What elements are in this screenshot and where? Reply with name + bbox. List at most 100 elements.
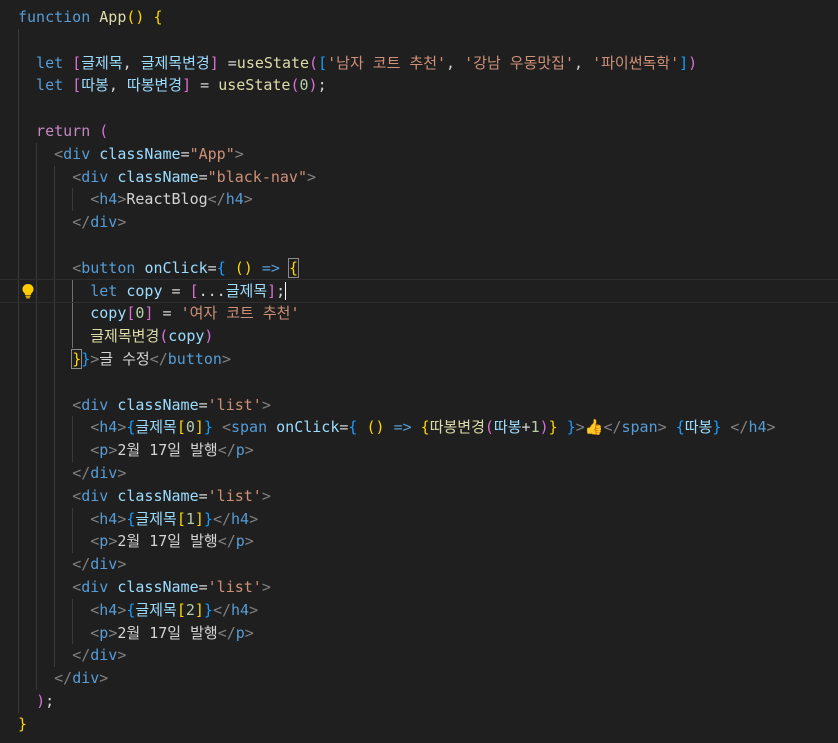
code-token: < [90,418,100,437]
code-line[interactable] [0,234,838,257]
text-cursor [285,282,287,301]
code-token: h4 [225,190,244,209]
code-token: > [90,350,100,368]
code-line[interactable]: <div className="black-nav"> [0,166,838,189]
code-token: => [261,258,280,277]
code-token: } [566,418,576,437]
code-line[interactable]: <h4>{글제목[2]}</h4> [0,599,838,622]
code-token: } [71,349,83,369]
code-token: > [575,418,585,437]
code-line[interactable] [0,97,838,120]
code-token: ) [539,418,549,437]
code-line[interactable]: return ( [0,120,838,143]
code-line[interactable]: copy[0] = '여자 코트 추천' [0,302,838,325]
lightbulb-icon[interactable] [21,283,35,299]
code-token: } [203,509,213,528]
code-token: > [108,623,118,642]
code-token: , [574,53,593,72]
code-token: < [72,258,82,277]
code-line-text: }}>글 수정</button> [18,348,231,371]
code-token: let [18,76,64,95]
code-line[interactable]: ); [0,690,838,713]
code-line-text: ); [18,690,54,713]
code-token: span [621,418,658,437]
code-line[interactable]: <div className='list'> [0,485,838,508]
code-token: App [99,8,127,26]
code-token: > [117,646,127,665]
code-token: ) [36,692,46,710]
code-token: 'list' [207,486,262,505]
code-token: ; [276,281,286,300]
code-line-text: <h4>{글제목[0]} <span onClick={ () => {따봉변경… [18,416,775,439]
code-line[interactable]: </div> [0,462,838,485]
code-line[interactable]: <h4>ReactBlog</h4> [0,188,838,211]
code-token: 0 [185,418,195,437]
code-line[interactable]: </div> [0,553,838,576]
code-token: 1 [185,509,195,528]
code-token: 2월 17일 발행 [117,623,218,642]
code-token: function [18,8,91,26]
code-line[interactable]: </div> [0,211,838,234]
code-line[interactable]: <button onClick={ () => { [0,257,838,280]
code-line-text: <div className="black-nav"> [18,166,316,189]
code-token: onClick [144,258,208,277]
code-line[interactable]: <div className="App"> [0,143,838,166]
code-line[interactable]: } [0,713,838,736]
code-line[interactable] [0,371,838,394]
code-token: "black-nav" [207,167,307,186]
code-token: [ [72,76,82,95]
code-token: > [244,623,254,642]
code-line[interactable]: <p>2월 17일 발행</p> [0,622,838,645]
code-line[interactable]: let copy = [...글제목]; [0,278,838,304]
code-token: < [90,441,100,460]
code-token: h4 [231,600,250,619]
code-line[interactable]: </div> [0,667,838,690]
code-line[interactable]: </div> [0,644,838,667]
code-line[interactable]: <h4>{글제목[1]}</h4> [0,508,838,531]
code-line[interactable]: }}>글 수정</button> [0,348,838,371]
code-line[interactable]: <p>2월 17일 발행</p> [0,439,838,462]
code-line-text: <h4>{글제목[1]}</h4> [18,508,258,531]
code-token: ] [194,509,204,528]
code-token: button [167,350,222,368]
code-token: 1 [530,418,540,437]
code-line[interactable]: <div className='list'> [0,394,838,417]
code-token: } [203,418,213,437]
code-token: , [108,76,127,95]
code-line[interactable]: 글제목변경(copy) [0,325,838,348]
code-token: ; [317,76,327,95]
code-editor[interactable]: function App() { let [글제목, 글제목변경] =useSt… [0,0,838,743]
code-token: { [153,8,163,26]
code-line[interactable]: function App() { [0,6,838,29]
code-line[interactable] [0,29,838,52]
code-line[interactable]: <div className='list'> [0,576,838,599]
code-token: </ [207,190,226,209]
code-token: < [72,395,82,414]
code-token: div [81,395,109,414]
code-token: ... [198,281,226,300]
code-token: > [657,418,667,437]
code-token: > [117,213,127,232]
code-token: () [234,258,253,277]
code-token: 따봉 [493,418,522,437]
code-token: = [218,53,237,72]
code-token: </ [217,532,236,551]
code-line[interactable]: let [글제목, 글제목변경] =useState(['남자 코트 추천', … [0,52,838,75]
code-line-text: let [글제목, 글제목변경] =useState(['남자 코트 추천', … [18,52,697,75]
code-token: < [72,167,82,186]
code-line[interactable]: <p>2월 17일 발행</p> [0,530,838,553]
code-line[interactable]: <h4>{글제목[0]} <span onClick={ () => {따봉변경… [0,416,838,439]
code-line[interactable]: let [따봉, 따봉변경] = useState(0); [0,74,838,97]
code-token: + [521,418,531,437]
code-token: = [191,76,219,95]
